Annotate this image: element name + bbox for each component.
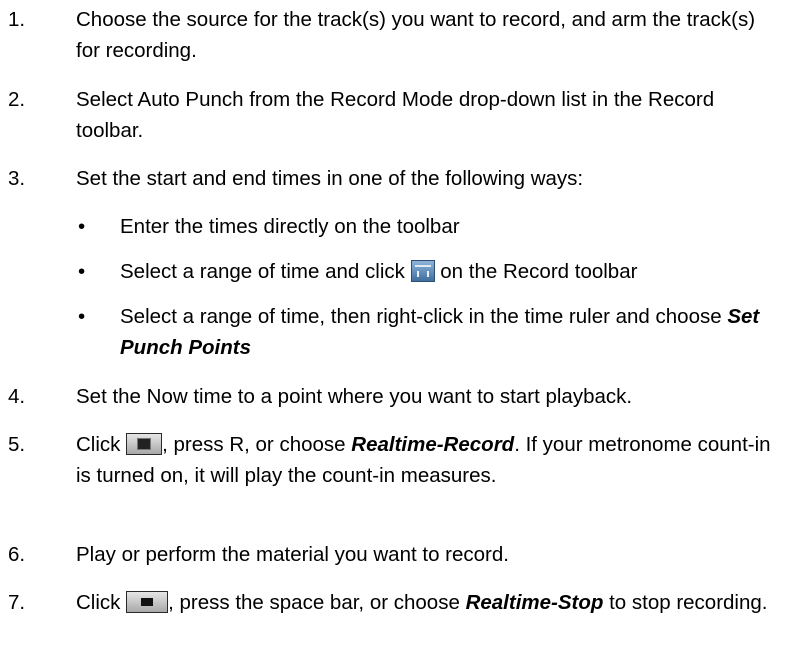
step-text-mid: , press the space bar, or choose <box>168 591 460 614</box>
menu-command-realtime-record: Realtime-Record <box>351 433 515 456</box>
step-number: 6. <box>8 543 26 566</box>
step-number: 1. <box>8 8 26 31</box>
bullet-text: Select a range of time, then right-click… <box>120 301 776 363</box>
record-icon <box>126 433 163 455</box>
step-text: Select Auto Punch from the Record Mode d… <box>76 88 715 142</box>
set-punch-points-icon <box>410 260 435 282</box>
bullet-text-pre: Select a range of time, then right-click… <box>120 305 722 328</box>
step-text-post: to stop recording. <box>609 591 768 614</box>
step-text: Click , press the space bar, or choose R… <box>76 587 776 618</box>
bullet-dot: • <box>78 260 86 283</box>
step-text: Play or perform the material you want to… <box>76 543 509 566</box>
step-number: 4. <box>8 385 26 408</box>
step-text-pre: Click <box>76 591 121 614</box>
step-text-pre: Click <box>76 433 121 456</box>
bullet-dot: • <box>78 305 86 328</box>
stop-icon <box>126 591 169 613</box>
step-text: Click , press R, or choose Realtime-Reco… <box>76 429 776 491</box>
step-number: 3. <box>8 167 26 190</box>
step-number: 5. <box>8 433 26 456</box>
bullet-text-pre: Select a range of time and click <box>120 260 405 283</box>
bullet-text: Select a range of time and click on the … <box>120 256 776 287</box>
step-text: Set the Now time to a point where you wa… <box>76 385 633 408</box>
instruction-page: 1. Choose the source for the track(s) yo… <box>0 0 798 655</box>
step-text: Choose the source for the track(s) you w… <box>76 8 756 62</box>
step-number: 2. <box>8 88 26 111</box>
bullet-text: Enter the times directly on the toolbar <box>120 215 460 238</box>
bullet-text-post: on the Record toolbar <box>440 260 638 283</box>
step-text: Set the start and end times in one of th… <box>76 167 584 190</box>
menu-command-realtime-stop: Realtime-Stop <box>465 591 604 614</box>
bullet-dot: • <box>78 215 86 238</box>
step-number: 7. <box>8 591 26 614</box>
step-text-mid: , press R, or choose <box>162 433 346 456</box>
